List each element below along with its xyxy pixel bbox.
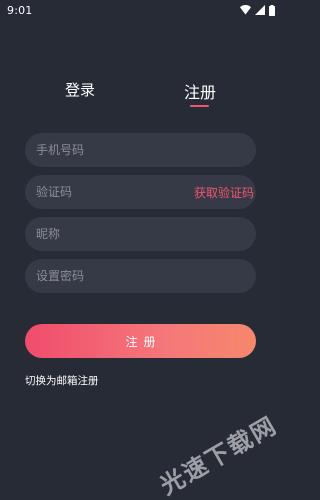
wifi-icon [240,5,251,15]
register-button[interactable]: 注册 [25,324,256,358]
password-field-container [25,259,256,293]
switch-to-email-link[interactable]: 切换为邮箱注册 [25,373,99,388]
phone-field-container [25,133,256,167]
tab-login[interactable]: 登录 [65,79,95,100]
code-field-container: 获取验证码 [25,175,256,209]
status-bar: 9:01 [0,0,281,20]
verification-code-input[interactable] [36,175,186,209]
phone-input[interactable] [36,133,186,167]
battery-icon [269,4,275,16]
nickname-input[interactable] [36,217,186,251]
tab-active-indicator [190,105,209,107]
signal-icon [255,5,265,15]
status-icons [240,4,275,16]
nickname-field-container [25,217,256,251]
get-code-button[interactable]: 获取验证码 [194,184,254,201]
watermark: 光速下载网 [138,384,281,500]
password-input[interactable] [36,259,186,293]
tab-register[interactable]: 注册 [184,79,216,103]
status-time: 9:01 [7,4,33,17]
watermark-text: 光速下载网 [154,410,281,500]
register-screen: 9:01 登录 注册 获取验证码 注册 切换为邮箱注册 光速下载网 [0,0,281,500]
